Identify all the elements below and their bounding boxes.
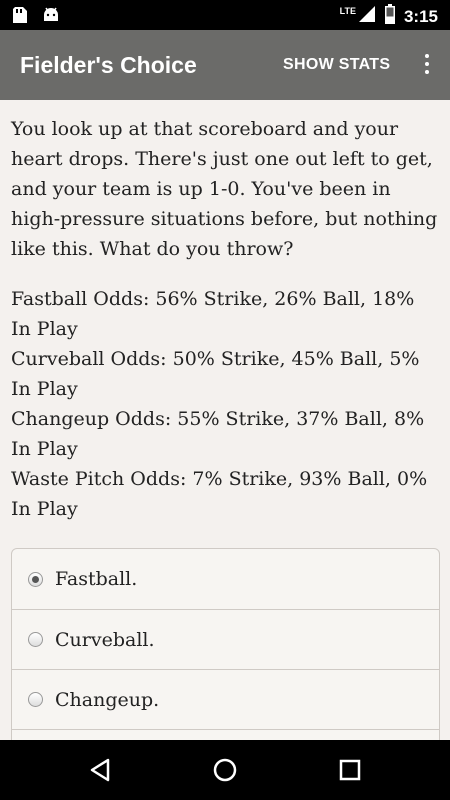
choice-changeup[interactable]: Changeup. <box>12 669 439 729</box>
network-type: LTE <box>339 5 356 16</box>
odds-line: Changeup Odds: 55% Strike, 37% Ball, 8% … <box>11 408 425 460</box>
navigation-bar <box>0 740 450 800</box>
back-icon[interactable] <box>86 756 114 784</box>
radio-button[interactable] <box>28 692 43 707</box>
choice-fastball[interactable]: Fastball. <box>12 549 439 609</box>
status-time: 3:15 <box>403 6 438 26</box>
choice-list: Fastball. Curveball. Changeup. <box>11 548 440 740</box>
odds-list: Fastball Odds: 56% Strike, 26% Ball, 18%… <box>11 284 440 524</box>
story-text: You look up at that scoreboard and your … <box>11 118 438 260</box>
status-bar: LTE 3:15 <box>0 0 450 30</box>
sd-card-icon <box>12 6 28 29</box>
choice-curveball[interactable]: Curveball. <box>12 609 439 669</box>
choice-partial[interactable] <box>12 729 439 740</box>
choice-label: Fastball. <box>55 568 138 590</box>
battery-icon <box>384 4 396 29</box>
home-icon[interactable] <box>211 756 239 784</box>
odds-line: Waste Pitch Odds: 7% Strike, 93% Ball, 0… <box>11 468 428 520</box>
radio-button[interactable] <box>28 632 43 647</box>
content-area[interactable]: You look up at that scoreboard and your … <box>0 100 450 740</box>
radio-button-selected[interactable] <box>28 571 43 587</box>
odds-line: Curveball Odds: 50% Strike, 45% Ball, 5%… <box>11 348 420 400</box>
show-stats-button[interactable]: SHOW STATS <box>283 56 390 74</box>
app-title: Fielder's Choice <box>20 52 197 78</box>
android-icon <box>42 6 60 29</box>
recents-icon[interactable] <box>336 756 364 784</box>
signal-icon <box>358 5 376 28</box>
choice-label: Curveball. <box>55 628 155 651</box>
odds-line: Fastball Odds: 56% Strike, 26% Ball, 18%… <box>11 288 415 340</box>
more-vert-icon[interactable] <box>424 54 430 76</box>
choice-label: Changeup. <box>55 688 160 711</box>
app-bar: Fielder's Choice SHOW STATS <box>0 30 450 100</box>
